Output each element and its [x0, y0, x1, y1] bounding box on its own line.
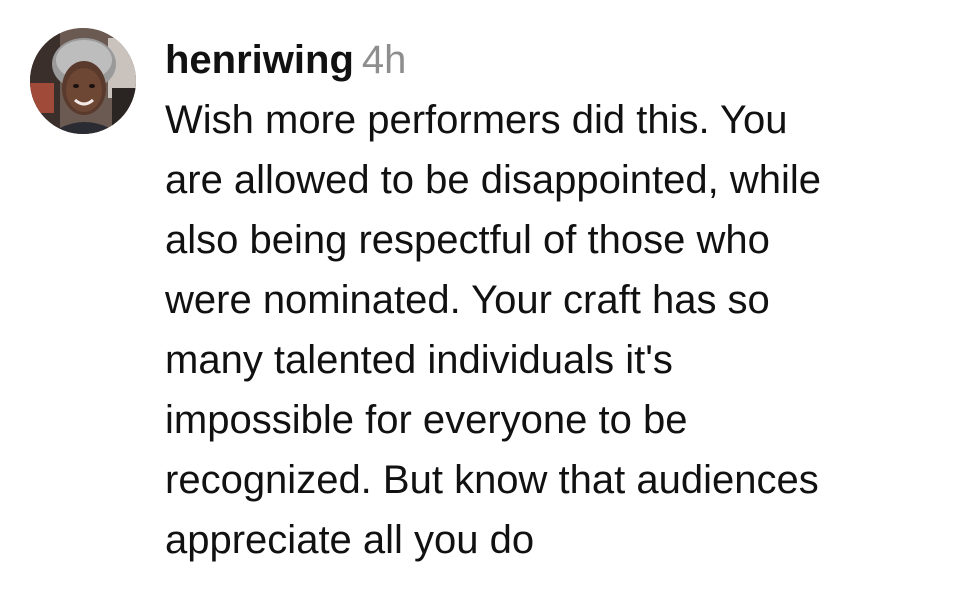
username-link[interactable]: henriwing — [165, 38, 354, 82]
comment-body: henriwing 4h Wish more performers did thi… — [165, 30, 965, 570]
comment-text: Wish more performers did this. You are a… — [165, 90, 965, 570]
comment: henriwing 4h Wish more performers did thi… — [0, 0, 980, 592]
comment-header: henriwing 4h — [165, 30, 965, 90]
comment-text-line: Wish more performers did this. You — [165, 98, 788, 142]
comment-text-line: recognized. But know that audiences — [165, 458, 819, 502]
user-avatar[interactable] — [30, 28, 136, 134]
comment-text-line: were nominated. Your craft has so — [165, 278, 770, 322]
comment-text-line: appreciate all you do — [165, 518, 535, 562]
timestamp: 4h — [361, 38, 407, 82]
comment-text-line: are allowed to be disappointed, while — [165, 158, 821, 202]
comment-text-line: impossible for everyone to be — [165, 398, 688, 442]
comment-text-line: many talented individuals it's — [165, 338, 673, 382]
avatar-photo-icon — [30, 28, 136, 134]
comment-text-line: also being respectful of those who — [165, 218, 770, 262]
